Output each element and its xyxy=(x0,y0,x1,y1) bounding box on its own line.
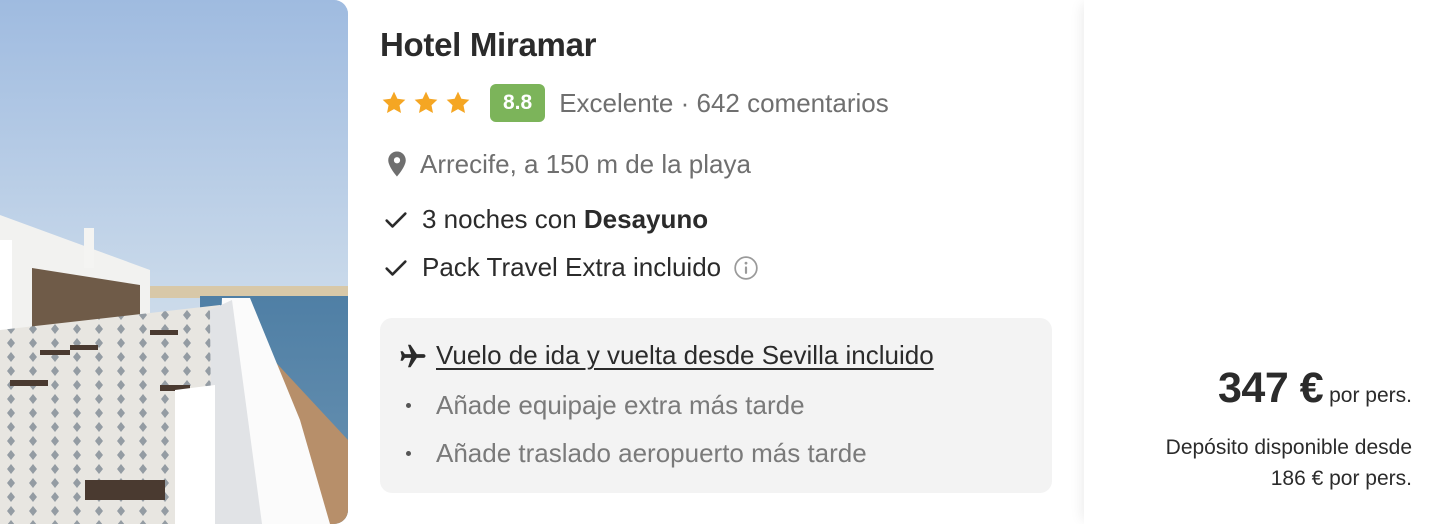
hotel-details: Hotel Miramar 8.8 Excelente · 642 coment… xyxy=(380,0,1060,524)
hotel-name[interactable]: Hotel Miramar xyxy=(380,26,596,64)
nights-text: 3 noches con xyxy=(422,204,584,234)
extra-luggage-text: Añade equipaje extra más tarde xyxy=(436,390,805,420)
star-icon xyxy=(446,91,470,114)
review-summary[interactable]: Excelente · 642 comentarios xyxy=(559,88,889,119)
deposit-line-1: Depósito disponible desde xyxy=(1165,436,1412,459)
check-icon xyxy=(385,211,407,228)
flight-box: Vuelo de ida y vuelta desde Sevilla incl… xyxy=(380,318,1052,493)
bullet-icon xyxy=(406,451,411,456)
pack-text: Pack Travel Extra incluido xyxy=(422,252,722,282)
flight-line: Vuelo de ida y vuelta desde Sevilla incl… xyxy=(398,340,934,371)
hotel-photo[interactable] xyxy=(0,0,348,524)
deposit-line-2: 186 € por pers. xyxy=(1270,467,1412,490)
extra-transfer-text: Añade traslado aeropuerto más tarde xyxy=(436,438,867,468)
location-text: Arrecife, a 150 m de la playa xyxy=(420,148,751,179)
plane-icon xyxy=(400,344,426,367)
flight-link[interactable]: Vuelo de ida y vuelta desde Sevilla incl… xyxy=(436,340,934,371)
price-line: 347 € por pers. xyxy=(1218,364,1412,413)
star-icon xyxy=(382,91,406,114)
location-row: Arrecife, a 150 m de la playa xyxy=(380,148,751,180)
price-unit: por pers. xyxy=(1329,384,1412,407)
list-item: Añade traslado aeropuerto más tarde xyxy=(402,438,867,469)
hotel-result-card[interactable]: Hotel Miramar 8.8 Excelente · 642 coment… xyxy=(0,0,1442,524)
rating-row: 8.8 Excelente · 642 comentarios xyxy=(380,84,889,122)
board-type: Desayuno xyxy=(583,204,709,234)
price-amount: 347 € xyxy=(1218,364,1324,412)
deposit-info: Depósito disponible desde 186 € por pers… xyxy=(1166,432,1412,494)
star-rating xyxy=(380,89,476,117)
bullet-icon xyxy=(406,403,411,408)
nights-feature: 3 noches con Desayuno xyxy=(380,204,708,235)
check-icon xyxy=(385,259,407,276)
star-icon xyxy=(414,91,438,114)
list-item: Añade equipaje extra más tarde xyxy=(402,390,805,421)
info-icon[interactable] xyxy=(733,255,759,281)
pack-feature: Pack Travel Extra incluido xyxy=(380,252,759,283)
score-badge: 8.8 xyxy=(490,84,546,122)
price-panel: 347 € por pers. Depósito disponible desd… xyxy=(1084,0,1442,524)
location-pin-icon xyxy=(388,151,406,177)
